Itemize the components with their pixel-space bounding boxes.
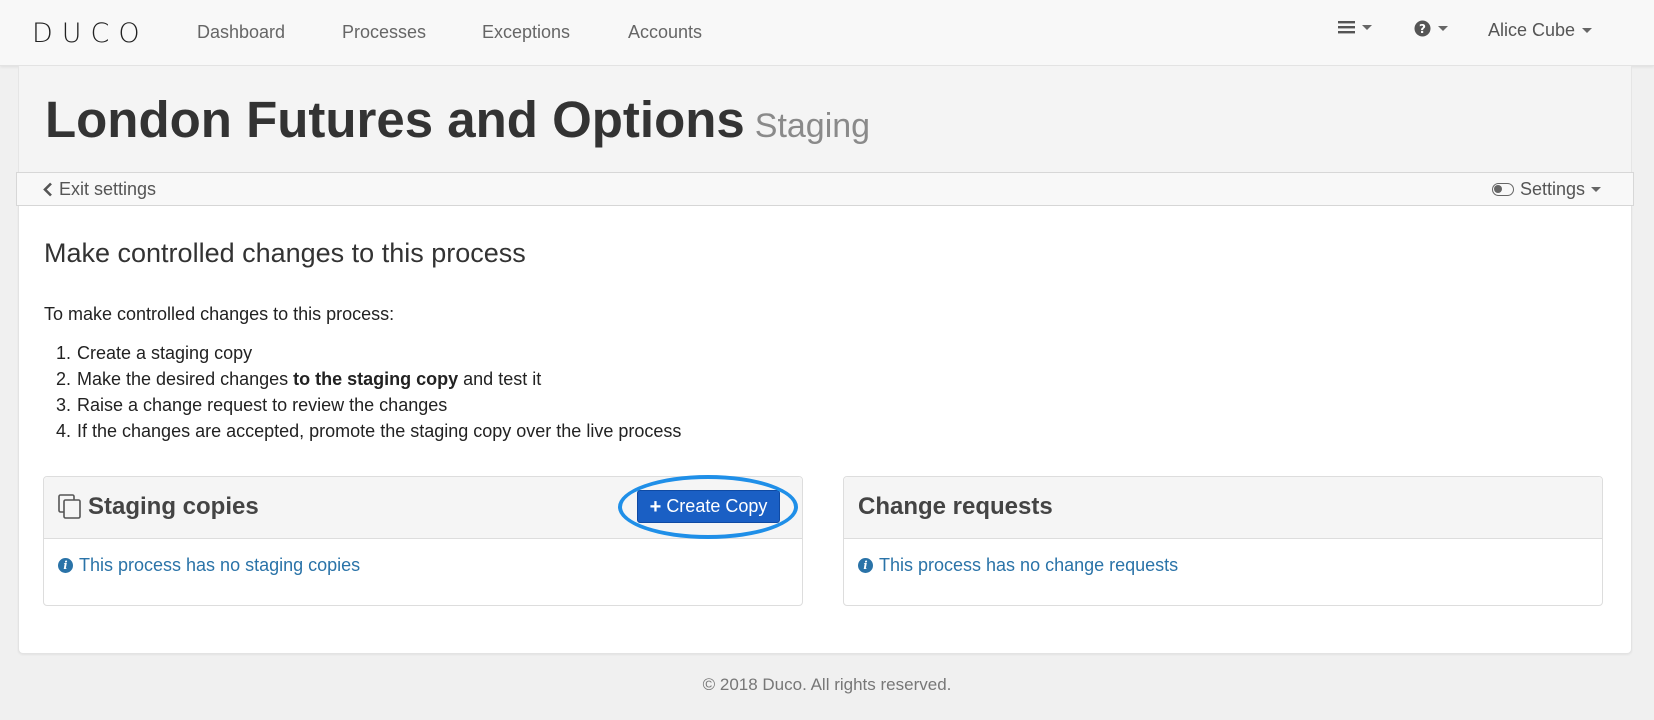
staging-copies-panel: Staging copies + Create Copy i This proc…: [43, 475, 803, 606]
list-item: 1. Create a staging copy: [56, 343, 253, 363]
nav-processes[interactable]: Processes: [342, 22, 426, 43]
nav-exceptions[interactable]: Exceptions: [482, 22, 570, 43]
environment-label: Staging: [754, 107, 871, 145]
plus-icon: +: [649, 495, 662, 518]
panel-title: Change requests: [858, 493, 1053, 520]
chevron-down-icon: [1591, 187, 1601, 192]
svg-text:?: ?: [1419, 22, 1426, 36]
toggle-icon: [1491, 183, 1514, 196]
empty-staging-message: i This process has no staging copies: [58, 555, 360, 576]
top-navbar: DUCO Dashboard Processes Exceptions Acco…: [0, 0, 1654, 66]
chevron-down-icon: [1362, 24, 1372, 30]
settings-bar: Exit settings Settings: [16, 172, 1634, 206]
user-menu[interactable]: Alice Cube: [1488, 20, 1593, 41]
process-name: London Futures and Options: [45, 91, 745, 148]
help-dropdown[interactable]: ?: [1414, 20, 1448, 37]
chevron-left-icon: [43, 182, 52, 197]
nav-accounts[interactable]: Accounts: [628, 22, 702, 43]
exit-settings-link[interactable]: Exit settings: [43, 179, 156, 200]
steps-list: 1. Create a staging copy 2. Make the des…: [44, 340, 681, 444]
intro-text: To make controlled changes to this proce…: [44, 304, 395, 324]
exit-settings-label: Exit settings: [59, 179, 157, 199]
chevron-down-icon: [1438, 26, 1448, 31]
settings-dropdown[interactable]: Settings: [1491, 179, 1601, 200]
settings-label: Settings: [1519, 179, 1585, 199]
list-item: 2. Make the desired changes to the stagi…: [56, 369, 542, 389]
main-content: Make controlled changes to this process …: [18, 206, 1632, 654]
copy-icon: [58, 494, 81, 519]
page-header: London Futures and Options Staging: [18, 66, 1632, 172]
list-item: 3. Raise a change request to review the …: [56, 395, 448, 415]
page-title: London Futures and Options Staging: [45, 90, 870, 149]
create-copy-button[interactable]: + Create Copy: [637, 490, 780, 523]
question-circle-icon: ?: [1414, 20, 1431, 37]
change-requests-panel: Change requests i This process has no ch…: [843, 476, 1603, 606]
section-title: Make controlled changes to this process: [44, 238, 526, 268]
empty-change-requests-message: i This process has no change requests: [858, 555, 1178, 576]
panel-heading: Staging copies + Create Copy: [44, 475, 802, 539]
info-icon: i: [58, 558, 73, 573]
nav-dashboard[interactable]: Dashboard: [197, 22, 285, 43]
chevron-down-icon: [1582, 28, 1593, 33]
footer-copyright: © 2018 Duco. All rights reserved.: [702, 675, 952, 694]
duco-logo[interactable]: DUCO: [32, 18, 149, 49]
user-name: Alice Cube: [1488, 20, 1576, 40]
hamburger-menu-icon: [1338, 21, 1355, 34]
info-icon: i: [858, 558, 873, 573]
panel-heading: Change requests: [844, 477, 1602, 539]
list-item: 4. If the changes are accepted, promote …: [56, 421, 682, 441]
menu-dropdown[interactable]: [1338, 20, 1372, 34]
panel-title: Staging copies: [58, 493, 259, 521]
